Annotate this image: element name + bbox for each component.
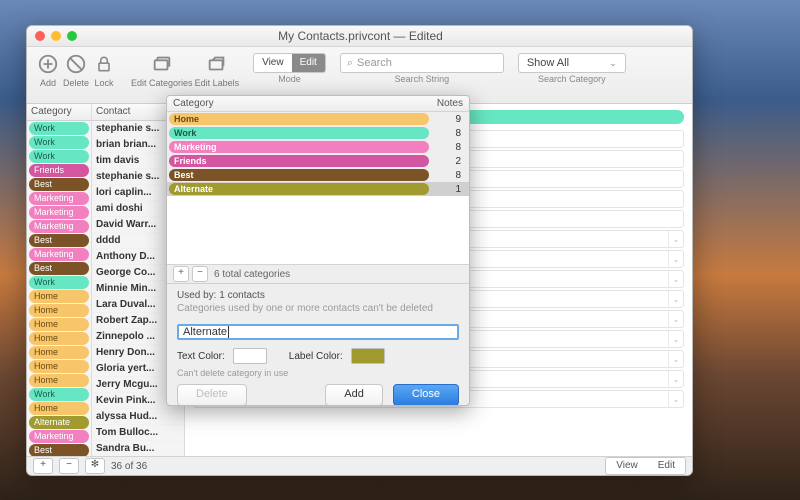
chevron-down-icon: ⌄	[609, 58, 617, 69]
edit-labels-button[interactable]: Edit Labels	[195, 51, 240, 88]
minimize-window-button[interactable]	[51, 31, 61, 41]
category-pill[interactable]: Home	[29, 318, 89, 331]
remove-contact-button[interactable]: −	[59, 458, 79, 474]
category-pill[interactable]: Marketing	[29, 430, 89, 443]
window-title: My Contacts.privcont — Edited	[83, 29, 638, 43]
category-pill[interactable]: Work	[29, 136, 89, 149]
category-row[interactable]: Home9	[167, 112, 469, 126]
delete-category-button: Delete	[177, 384, 247, 406]
category-pill[interactable]: Best	[29, 262, 89, 275]
mode-view[interactable]: View	[254, 54, 292, 72]
category-row[interactable]: Alternate1	[167, 182, 469, 196]
contact-count: 36 of 36	[111, 461, 147, 472]
edit-categories-sheet: Category Notes Home9Work8Marketing8Frien…	[166, 95, 470, 406]
add-contact-button[interactable]: +	[33, 458, 53, 474]
category-pill[interactable]: Work	[29, 122, 89, 135]
lock-icon	[91, 51, 117, 77]
gear-menu-button[interactable]: ✻	[85, 458, 105, 474]
plus-circle-icon	[35, 51, 61, 77]
traffic-lights	[35, 31, 77, 41]
category-pill[interactable]: Best	[29, 178, 89, 191]
mode-segment: ViewEdit Mode	[253, 51, 326, 84]
footer: + − ✻ 36 of 36 View Edit	[27, 456, 692, 475]
label-color-swatch[interactable]	[351, 348, 385, 364]
category-pill[interactable]: Home	[29, 332, 89, 345]
category-row[interactable]: Marketing8	[167, 140, 469, 154]
category-pill[interactable]: Marketing	[29, 220, 89, 233]
category-pill[interactable]: Marketing	[29, 206, 89, 219]
chevron-down-icon[interactable]: ⌄	[668, 311, 683, 327]
contact-row[interactable]: Sandra Bu...	[92, 441, 184, 456]
category-column: Category WorkWorkWorkFriendsBestMarketin…	[27, 104, 92, 456]
add-button[interactable]: Add	[35, 51, 61, 88]
modal-info: Used by: 1 contacts Categories used by o…	[167, 284, 469, 320]
lock-button[interactable]: Lock	[91, 51, 117, 88]
titlebar: My Contacts.privcont — Edited	[27, 26, 692, 47]
category-pill[interactable]: Work	[29, 388, 89, 401]
close-button[interactable]: Close	[393, 384, 459, 406]
category-pill[interactable]: Marketing	[29, 192, 89, 205]
delete-button[interactable]: Delete	[63, 51, 89, 88]
category-row[interactable]: Friends2	[167, 154, 469, 168]
add-button-modal[interactable]: Add	[325, 384, 383, 406]
category-pill[interactable]: Alternate	[29, 416, 89, 429]
remove-category-button[interactable]: −	[192, 266, 208, 282]
contact-row[interactable]: Tom Bulloc...	[92, 425, 184, 441]
category-header: Category	[27, 104, 91, 121]
category-pill[interactable]: Home	[29, 374, 89, 387]
color-pickers: Text Color: Label Color:	[167, 344, 469, 368]
category-filter-dropdown[interactable]: Show All ⌄	[518, 53, 626, 73]
category-row[interactable]: Best8	[167, 168, 469, 182]
detail-mode-segment[interactable]: View Edit	[605, 457, 686, 475]
text-color-swatch[interactable]	[233, 348, 267, 364]
category-row[interactable]: Work8	[167, 126, 469, 140]
category-pill[interactable]: Work	[29, 150, 89, 163]
category-total: 6 total categories	[214, 269, 290, 280]
contact-row[interactable]: alyssa Hud...	[92, 409, 184, 425]
no-circle-icon	[63, 51, 89, 77]
modal-category-header: Category	[167, 96, 417, 111]
search-group: ⌕ Search Search String	[340, 51, 504, 84]
chevron-down-icon[interactable]: ⌄	[668, 231, 683, 247]
chevron-down-icon[interactable]: ⌄	[668, 271, 683, 287]
category-pill[interactable]: Marketing	[29, 248, 89, 261]
category-pill[interactable]: Work	[29, 276, 89, 289]
chevron-down-icon[interactable]: ⌄	[668, 251, 683, 267]
modal-notes-header: Notes	[417, 96, 469, 111]
edit-categories-button[interactable]: Edit Categories	[131, 51, 193, 88]
search-icon: ⌕	[347, 57, 353, 70]
delete-hint: Can't delete category in use	[167, 368, 469, 378]
chevron-down-icon[interactable]: ⌄	[668, 291, 683, 307]
category-pill[interactable]: Home	[29, 360, 89, 373]
category-pill[interactable]: Home	[29, 402, 89, 415]
category-filter-group: Show All ⌄ Search Category	[518, 51, 626, 84]
chevron-down-icon[interactable]: ⌄	[668, 331, 683, 347]
category-pill[interactable]: Best	[29, 444, 89, 456]
cards-icon	[149, 51, 175, 77]
close-window-button[interactable]	[35, 31, 45, 41]
mode-edit[interactable]: Edit	[292, 54, 325, 72]
modal-toolbar: + − 6 total categories	[167, 264, 469, 283]
chevron-down-icon[interactable]: ⌄	[668, 351, 683, 367]
category-pill[interactable]: Friends	[29, 164, 89, 177]
chevron-down-icon[interactable]: ⌄	[668, 371, 683, 387]
add-category-button[interactable]: +	[173, 266, 189, 282]
category-pill[interactable]: Home	[29, 346, 89, 359]
search-input[interactable]: ⌕ Search	[340, 53, 504, 73]
zoom-window-button[interactable]	[67, 31, 77, 41]
category-name-input[interactable]: Alternate	[177, 324, 459, 340]
category-pill[interactable]: Home	[29, 304, 89, 317]
category-pill[interactable]: Best	[29, 234, 89, 247]
category-pill[interactable]: Home	[29, 290, 89, 303]
chevron-down-icon[interactable]: ⌄	[668, 391, 683, 407]
tag-icon	[204, 51, 230, 77]
